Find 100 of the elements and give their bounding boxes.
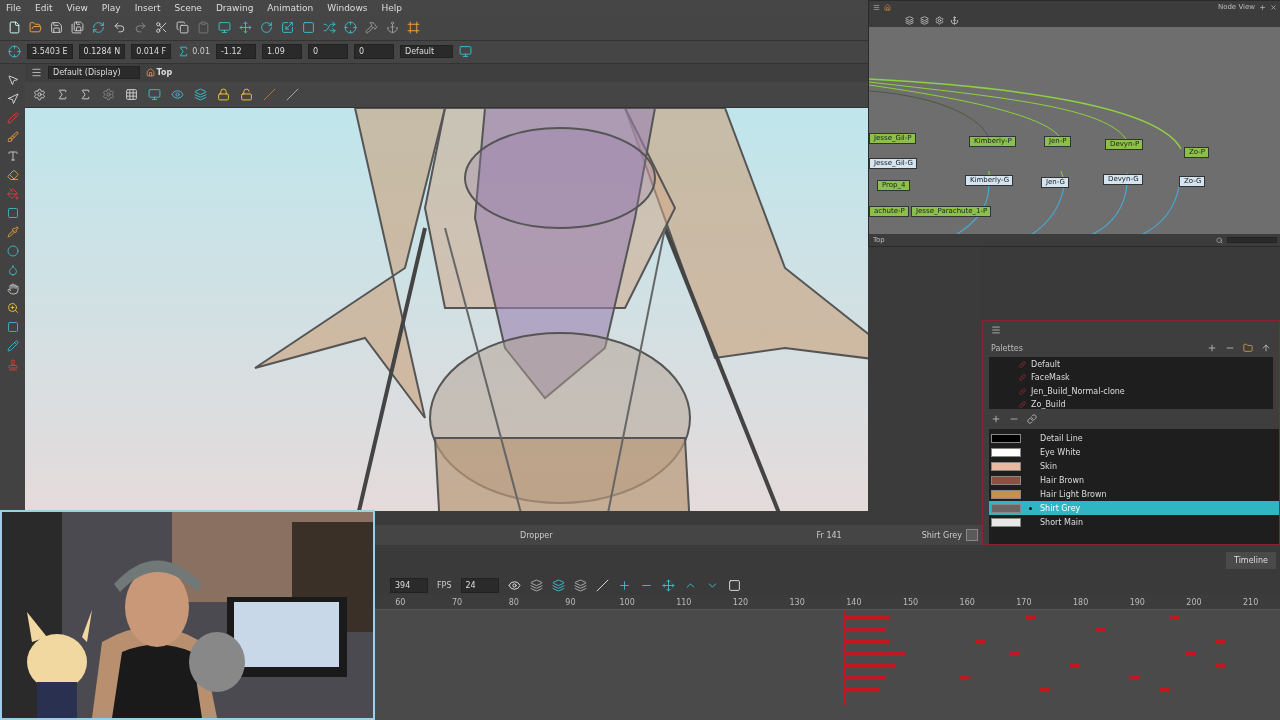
node-menu-icon[interactable] [873,3,880,11]
add-icon[interactable] [1207,343,1217,354]
menu-icon[interactable] [31,67,42,79]
save-all-icon[interactable] [71,21,84,35]
scissors-icon[interactable] [155,21,168,35]
value-field[interactable]: 0.014 F [131,44,172,60]
frame-number: 200 [1185,598,1203,607]
colour-row[interactable]: Skin [989,459,1279,474]
stamp-icon[interactable] [6,358,19,371]
search-icon[interactable] [1216,236,1223,244]
clipboard-icon[interactable] [197,21,210,35]
save-icon[interactable] [50,21,63,35]
move-icon[interactable] [239,21,252,35]
colour-row[interactable]: Eye White [989,445,1279,460]
new-icon[interactable] [8,21,21,35]
stack-icon[interactable] [573,579,587,592]
layers-icon[interactable] [194,87,207,101]
square-icon[interactable] [727,579,741,592]
frame-number: 110 [675,598,693,607]
menu-item[interactable]: Windows [327,2,368,13]
fps-field[interactable]: 24 [460,578,499,593]
menu-item[interactable]: Help [381,2,402,13]
settings-icon[interactable] [33,87,46,101]
layers-icon[interactable] [529,579,543,592]
pointer-icon[interactable] [6,92,19,105]
search-field[interactable] [1227,237,1277,243]
zoom-icon[interactable] [6,301,19,314]
colour-row[interactable]: Detail Line [989,431,1279,446]
dropper-icon[interactable] [6,225,19,238]
rotate-icon[interactable] [260,21,273,35]
screen-icon[interactable] [148,87,161,101]
breadcrumb-link[interactable]: Top [145,68,173,78]
menu-item[interactable]: Drawing [215,2,254,13]
grid-icon[interactable] [125,87,138,101]
bucket-icon[interactable] [6,187,19,200]
value-field[interactable]: 3.5403 E [27,44,73,60]
palettes-heading: Palettes [991,344,1024,353]
menu-item[interactable]: View [66,2,88,13]
palette-item[interactable]: FaceMask [1019,373,1273,383]
palette-item[interactable]: Zo_Build [1019,400,1273,410]
colour-row[interactable]: Short Main [989,515,1279,530]
scale-icon[interactable] [281,21,294,35]
add-view-icon[interactable] [1259,3,1266,11]
menu-item[interactable]: Insert [134,2,161,13]
brush-icon[interactable] [6,130,19,143]
preset-dropdown[interactable]: Default [400,45,454,59]
frames-field[interactable]: 394 [390,578,428,593]
refresh-icon[interactable] [92,21,105,35]
palette-item[interactable]: Default [1019,359,1273,369]
frame-number: 150 [901,598,920,607]
timeline-tab[interactable]: Timeline [1226,552,1276,569]
display-icon[interactable] [459,45,473,59]
link-icon[interactable] [1027,414,1037,425]
gear-icon[interactable] [102,87,115,101]
layer-icon[interactable] [551,579,565,592]
up-icon[interactable] [1261,343,1271,354]
palette-item[interactable]: Jen_Build_Normal-clone [1019,386,1273,396]
value-field[interactable]: -1.12 [216,44,256,60]
node-settings-icon[interactable] [935,15,944,25]
eye-icon[interactable] [507,579,521,592]
redo-icon[interactable] [134,21,147,35]
close-icon[interactable] [1270,3,1277,11]
value-field[interactable]: 0.1284 N [78,44,126,60]
menu-item[interactable]: Edit [35,2,53,13]
display-dropdown[interactable]: Default (Display) [48,66,140,80]
undo-icon[interactable] [113,21,126,35]
colour-row[interactable]: Hair Light Brown [989,487,1279,502]
folder-icon[interactable] [1243,343,1253,354]
crosshair-icon[interactable] [344,21,357,35]
folder-icon[interactable] [29,21,42,35]
menu-item[interactable]: Animation [267,2,314,13]
hand-icon[interactable] [6,282,19,295]
colour-row[interactable]: Hair Brown [989,473,1279,488]
menu-item[interactable]: Play [101,2,121,13]
frame-number: 100 [618,598,636,607]
text-icon[interactable] [6,149,19,162]
pivot-icon[interactable] [8,45,21,59]
copy-icon[interactable] [176,21,189,35]
frame-status: Fr 141 [816,531,842,540]
select-icon[interactable] [6,73,19,86]
frame-number: 190 [1128,598,1146,607]
monitor-icon[interactable] [218,21,231,35]
value-field[interactable]: 1.09 [262,44,302,60]
hammer-icon[interactable] [365,21,378,35]
rectangle-icon[interactable] [6,206,19,219]
panel-menu-icon[interactable] [991,325,1001,336]
shuffle-icon[interactable] [323,21,336,35]
unlock-icon[interactable] [240,87,253,101]
ellipse-icon[interactable] [6,244,19,257]
pencil-icon[interactable] [6,111,19,124]
menu-item[interactable]: File [6,2,22,13]
drop-icon[interactable] [6,263,19,276]
anchor-icon[interactable] [386,21,399,35]
home-icon[interactable] [884,3,891,11]
add-colour-icon[interactable] [991,414,1001,425]
menu-item[interactable]: Scene [174,2,202,13]
value-field[interactable]: 0 [308,44,348,60]
eraser-icon[interactable] [6,168,19,181]
lock-icon[interactable] [217,87,230,101]
value-field[interactable]: 0 [354,44,394,60]
